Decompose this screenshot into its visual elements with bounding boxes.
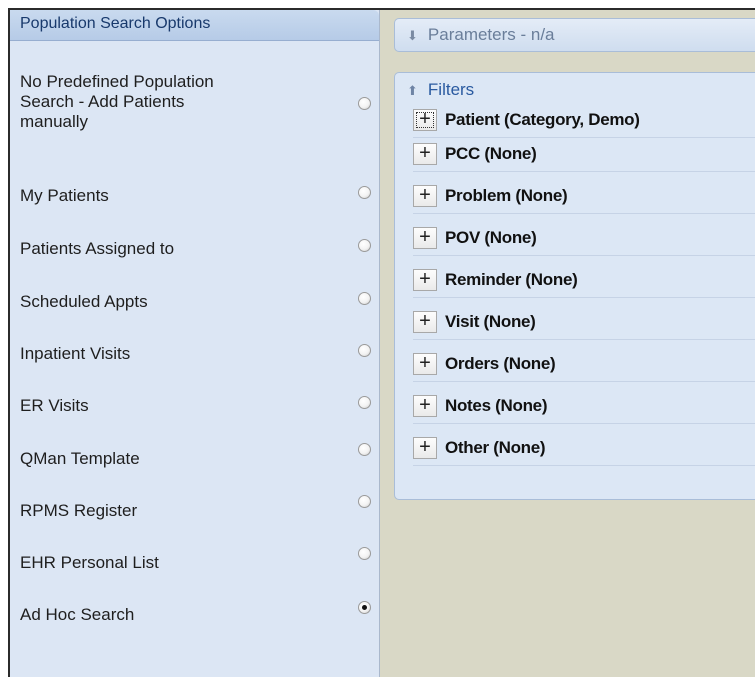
filter-label-pov[interactable]: POV (None)	[445, 228, 537, 248]
expand-button-reminder[interactable]: +	[413, 269, 437, 291]
chevron-double-down-icon: ⬇︎	[407, 28, 418, 43]
radio-no-predefined-population[interactable]	[358, 97, 371, 110]
filter-label-pcc[interactable]: PCC (None)	[445, 144, 537, 164]
expand-button-visit[interactable]: +	[413, 311, 437, 333]
expand-button-orders[interactable]: +	[413, 353, 437, 375]
option-label-line: Search - Add Patients	[20, 92, 185, 111]
option-label: Patients Assigned to	[20, 239, 175, 258]
radio-patients-assigned-to[interactable]	[358, 239, 371, 252]
radio-scheduled-appts[interactable]	[358, 292, 371, 305]
option-label: RPMS Register	[20, 501, 138, 520]
filter-row-notes: + Notes (None)	[413, 391, 755, 424]
filters-header[interactable]: ⬆︎ Filters	[407, 79, 474, 102]
radio-er-visits[interactable]	[358, 396, 371, 409]
option-label: Inpatient Visits	[20, 344, 131, 363]
filter-row-other: + Other (None)	[413, 433, 755, 466]
expand-button-other[interactable]: +	[413, 437, 437, 459]
filter-label-notes[interactable]: Notes (None)	[445, 396, 547, 416]
radio-qman-template[interactable]	[358, 443, 371, 456]
chevron-double-up-icon: ⬆︎	[407, 83, 418, 98]
filter-row-pov: + POV (None)	[413, 223, 755, 256]
filter-label-orders[interactable]: Orders (None)	[445, 354, 556, 374]
filters-panel: ⬆︎ Filters + Patient (Category, Demo) + P…	[394, 72, 755, 500]
option-label: EHR Personal List	[20, 553, 159, 572]
option-label-line: manually	[20, 112, 89, 131]
option-label: QMan Template	[20, 449, 140, 468]
population-search-window: Population Search Options No Predefined …	[8, 8, 755, 677]
filter-label-patient[interactable]: Patient (Category, Demo)	[445, 110, 640, 130]
expand-button-pov[interactable]: +	[413, 227, 437, 249]
filter-label-problem[interactable]: Problem (None)	[445, 186, 568, 206]
option-label: Ad Hoc Search	[20, 605, 135, 624]
population-search-options-panel: Population Search Options No Predefined …	[10, 10, 380, 677]
option-label-line: No Predefined Population	[20, 72, 214, 91]
filter-label-reminder[interactable]: Reminder (None)	[445, 270, 578, 290]
parameters-bar[interactable]: ⬇︎ Parameters - n/a	[394, 18, 755, 52]
radio-ehr-personal-list[interactable]	[358, 547, 371, 560]
filter-row-patient: + Patient (Category, Demo)	[413, 105, 755, 138]
parameters-label: Parameters - n/a	[427, 25, 555, 44]
filter-row-reminder: + Reminder (None)	[413, 265, 755, 298]
expand-button-problem[interactable]: +	[413, 185, 437, 207]
filter-row-orders: + Orders (None)	[413, 349, 755, 382]
expand-button-notes[interactable]: +	[413, 395, 437, 417]
search-criteria-area: ⬇︎ Parameters - n/a ⬆︎ Filters + Patient (…	[390, 10, 755, 677]
filter-row-visit: + Visit (None)	[413, 307, 755, 340]
radio-rpms-register[interactable]	[358, 495, 371, 508]
filter-row-pcc: + PCC (None)	[413, 139, 755, 172]
radio-inpatient-visits[interactable]	[358, 344, 371, 357]
expand-button-pcc[interactable]: +	[413, 143, 437, 165]
filter-label-other[interactable]: Other (None)	[445, 438, 546, 458]
option-label: My Patients	[20, 186, 109, 205]
expand-button-patient[interactable]: +	[413, 109, 437, 131]
radio-ad-hoc-search[interactable]	[358, 601, 371, 614]
panel-title: Population Search Options	[10, 10, 379, 41]
radio-my-patients[interactable]	[358, 186, 371, 199]
filter-row-problem: + Problem (None)	[413, 181, 755, 214]
option-label: Scheduled Appts	[20, 292, 148, 311]
option-label: ER Visits	[20, 396, 89, 415]
filters-title: Filters	[427, 80, 475, 99]
filter-label-visit[interactable]: Visit (None)	[445, 312, 536, 332]
